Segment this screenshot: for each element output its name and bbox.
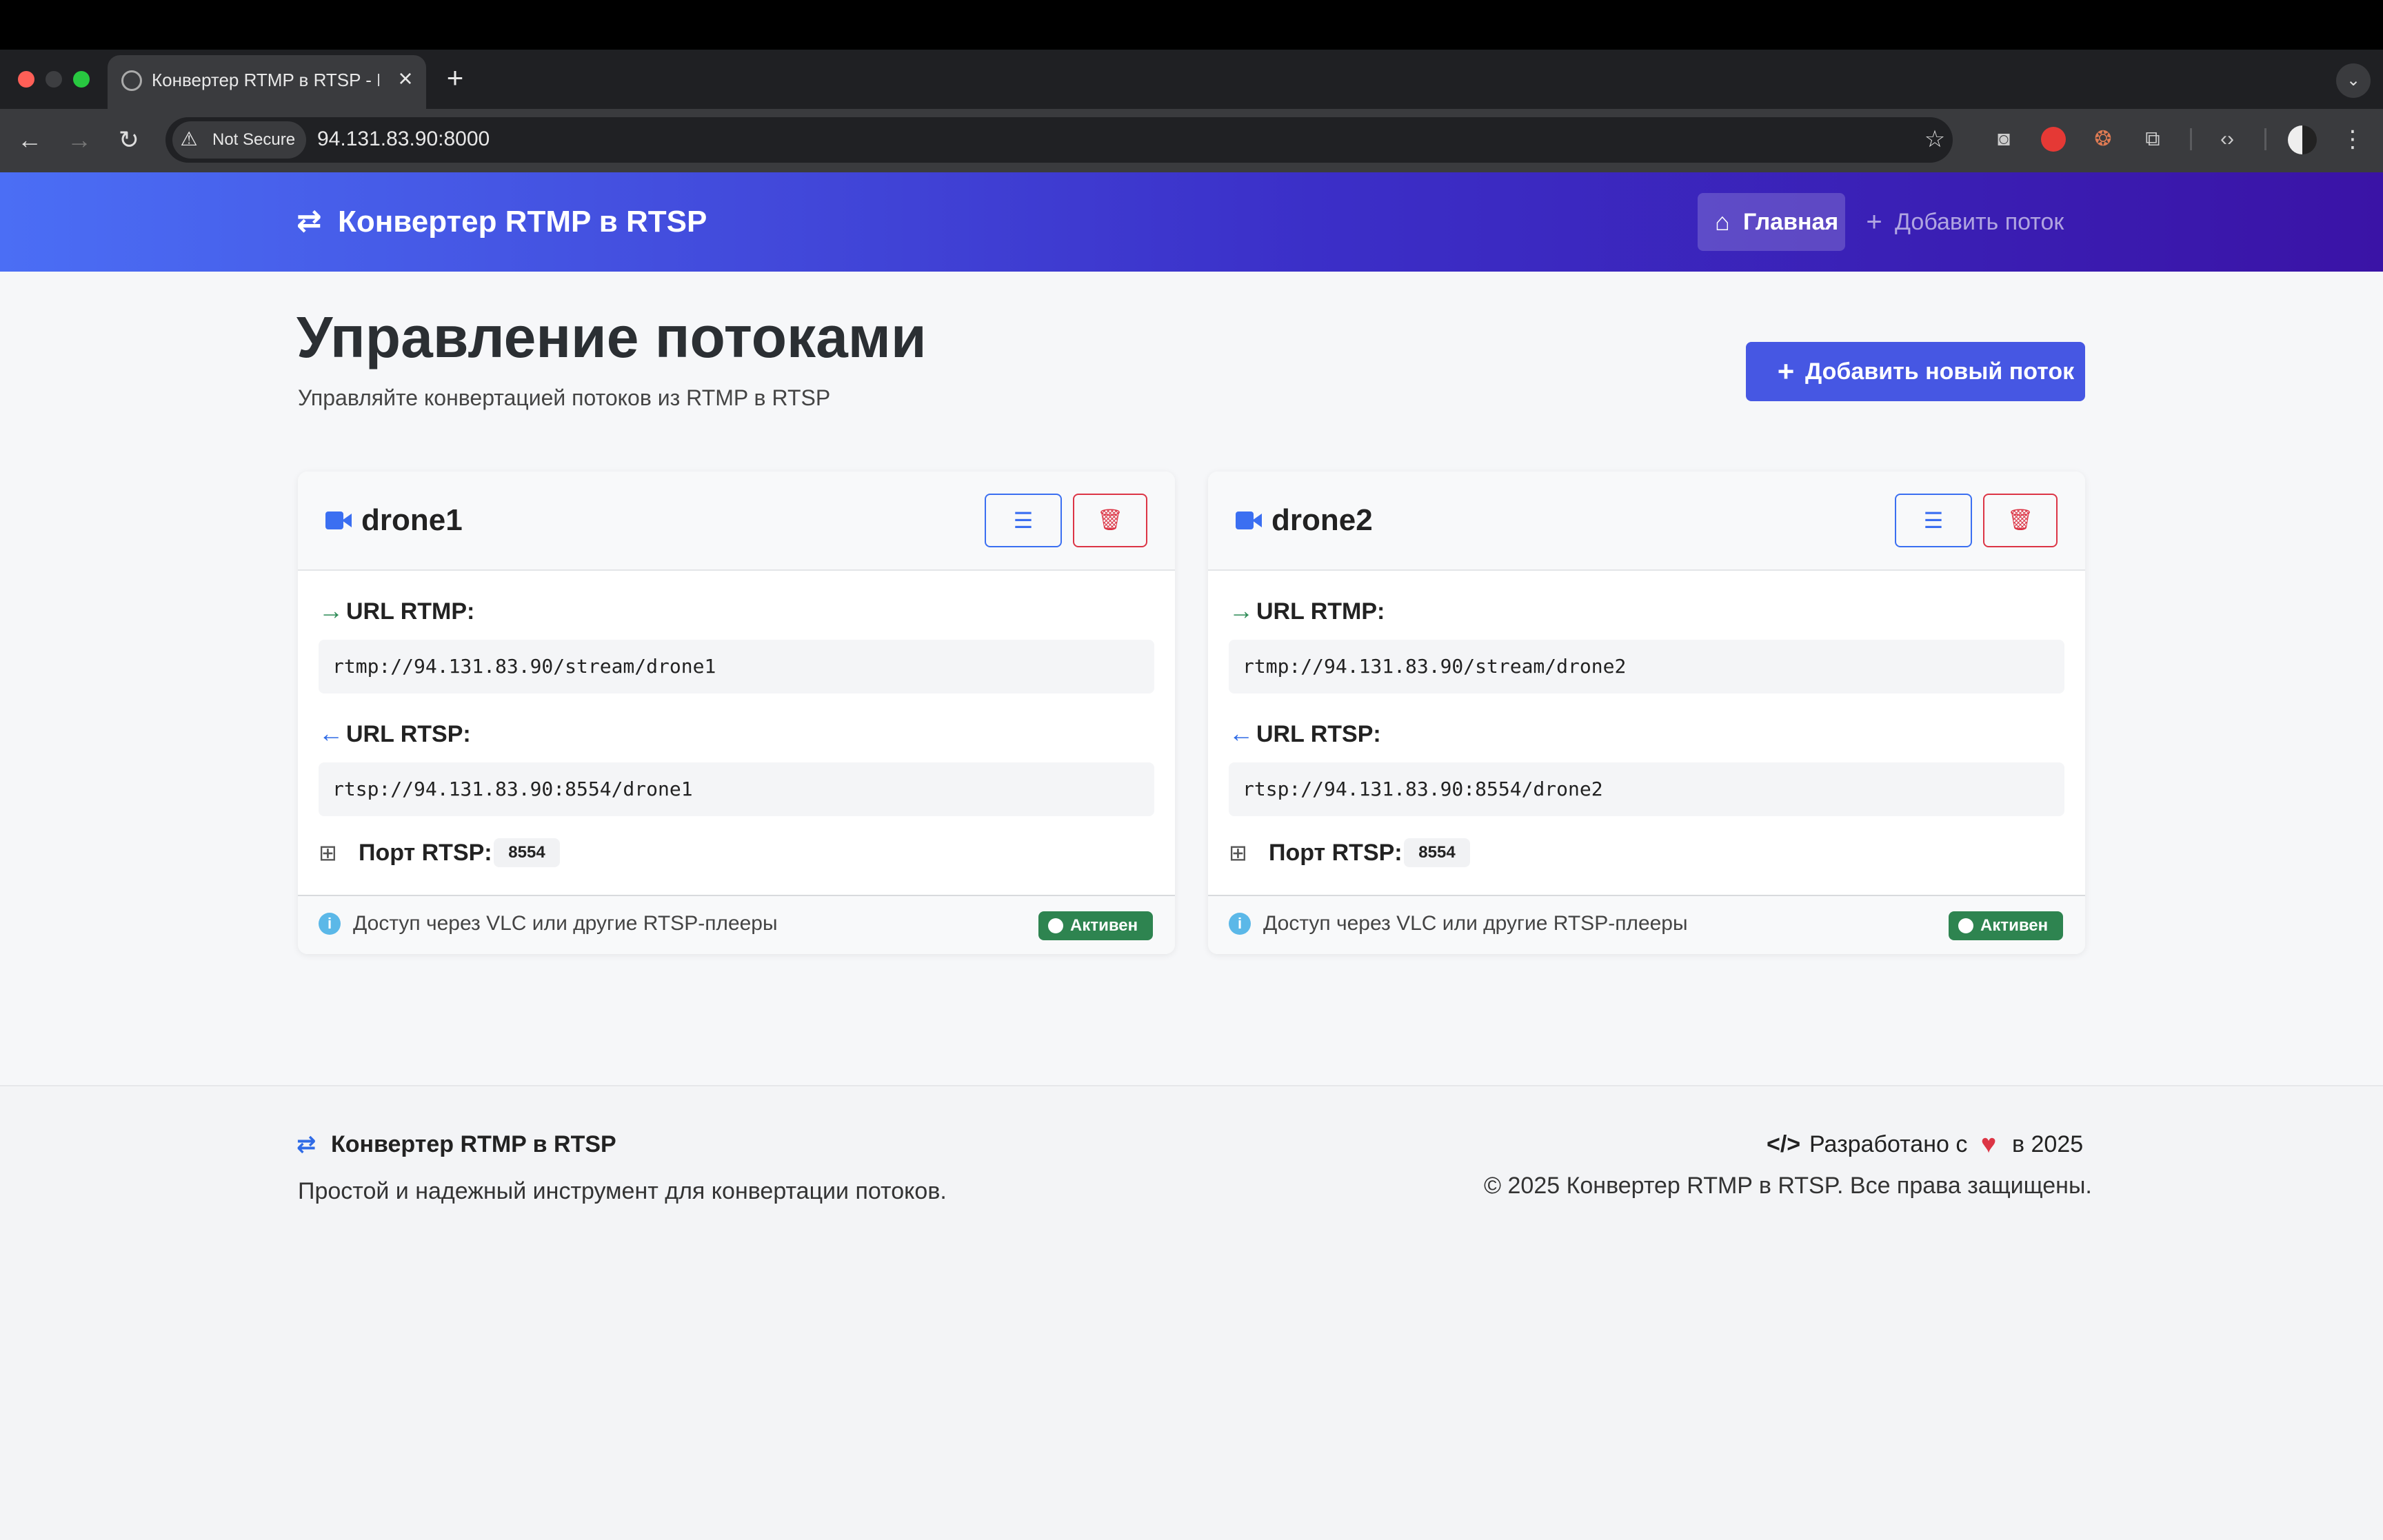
rtsp-port-label: Порт RTSP: [359,840,492,866]
status-badge: Активен [1949,911,2063,940]
toolbar-divider [2264,128,2266,150]
rtsp-url-label-row: ← URL RTSP: [1229,718,1381,749]
reload-icon[interactable]: ↻ [112,123,146,157]
globe-icon [121,70,142,91]
status-text: Активен [1070,916,1138,935]
page-title: Управление потоками [296,305,927,369]
arrow-left-icon: ← [1229,719,1254,747]
heart-icon: ♥ [1980,1130,1997,1159]
window-minimize-button[interactable] [46,71,62,88]
nav-item-label: Главная [1743,209,1839,235]
footer-developed-year: в 2025 [2012,1131,2084,1157]
code-extension-icon[interactable]: ‹› [2212,124,2242,154]
status-dot-icon [1048,918,1063,933]
red-extension-icon[interactable] [2038,124,2069,154]
stream-name: drone1 [361,503,463,537]
rtsp-port-badge: 8554 [494,838,560,867]
access-hint: Доступ через VLC или другие RTSP-плееры [353,912,778,935]
add-new-stream-button[interactable]: + Добавить новый поток [1746,342,2085,401]
info-icon: i [319,913,341,935]
page-subtitle: Управляйте конвертацией потоков из RTMP … [298,385,831,410]
arrow-right-icon: → [1229,596,1254,625]
video-camera-icon [1236,510,1263,531]
arrow-right-icon: → [319,596,343,625]
add-new-stream-label: Добавить новый поток [1805,358,2075,385]
tab-search-chevron-icon[interactable]: ⌄ [2336,63,2371,98]
plus-icon: + [1777,355,1795,387]
footer-copyright: © 2025 Конвертер RTMP в RTSP. Все права … [1484,1173,2092,1199]
footer-brand: Конвертер RTMP в RTSP [331,1131,616,1157]
rtmp-url-label: URL RTMP: [1256,598,1385,625]
rtmp-url-label-row: → URL RTMP: [319,596,474,626]
access-hint: Доступ через VLC или другие RTSP-плееры [1263,912,1688,935]
status-badge: Активен [1038,911,1153,940]
forward-arrow-icon[interactable]: → [62,123,97,157]
status-dot-icon [1958,918,1973,933]
rtsp-url-value[interactable]: rtsp://94.131.83.90:8554/drone1 [319,762,1154,816]
new-tab-icon[interactable]: + [441,62,469,94]
stream-name: drone2 [1271,503,1373,537]
stream-card: drone1 ☰ 🗑 → URL RTMP: rtmp://94.131.83.9… [298,472,1175,954]
toolbar-divider [2190,128,2192,150]
stream-delete-button[interactable]: 🗑 [1983,494,2058,547]
nav-item-home[interactable]: ⌂ Главная [1698,193,1845,251]
rtsp-url-label: URL RTSP: [346,721,471,747]
rtsp-url-label: URL RTSP: [1256,721,1381,747]
bookmark-star-icon[interactable]: ☆ [1920,124,1950,154]
cookie-extension-icon[interactable]: ❂ [2088,124,2118,154]
warning-icon: ⚠ [180,128,198,150]
rtmp-url-value[interactable]: rtmp://94.131.83.90/stream/drone2 [1229,640,2064,693]
footer-developed-text: Разработано с [1809,1131,1968,1157]
stream-details-button[interactable]: ☰ [985,494,1062,547]
video-camera-icon [325,510,353,531]
info-icon: i [1229,913,1251,935]
extensions-puzzle-icon[interactable]: ⧉ [2138,124,2168,154]
nav-item-label: Добавить поток [1895,209,2064,235]
address-bar-url[interactable]: 94.131.83.90:8000 [317,125,490,153]
navbar-brand[interactable]: Конвертер RTMP в RTSP [338,203,707,241]
status-text: Активен [1980,916,2049,935]
profile-avatar[interactable] [2288,125,2317,154]
network-icon: ⊞ [1229,840,1247,865]
nav-item-add-stream[interactable]: + Добавить поток [1862,193,2075,251]
browser-tab-title: Конвертер RTMP в RTSP - Г [152,70,379,90]
rtmp-url-value[interactable]: rtmp://94.131.83.90/stream/drone1 [319,640,1154,693]
back-arrow-icon[interactable]: ← [12,123,47,157]
arrow-left-icon: ← [319,719,343,747]
rtsp-port-label: Порт RTSP: [1269,840,1402,866]
rtmp-url-label-row: → URL RTMP: [1229,596,1385,626]
browser-menu-icon[interactable]: ⋮ [2337,124,2368,154]
stream-delete-button[interactable]: 🗑 [1073,494,1147,547]
footer-description: Простой и надежный инструмент для конвер… [298,1178,947,1204]
network-icon: ⊞ [319,840,337,865]
exchange-arrows-icon: ⇄ [296,1131,316,1157]
rtsp-port-badge: 8554 [1404,838,1470,867]
stream-details-button[interactable]: ☰ [1895,494,1972,547]
rtmp-url-label: URL RTMP: [346,598,475,625]
code-icon: </> [1767,1131,1801,1157]
window-close-button[interactable] [18,71,34,88]
window-zoom-button[interactable] [73,71,90,88]
tab-close-icon[interactable]: × [393,66,418,91]
camera-extension-icon[interactable]: ◙ [1989,124,2019,154]
exchange-arrows-icon: ⇄ [296,204,322,238]
plus-icon: + [1866,207,1882,237]
home-icon: ⌂ [1715,207,1730,236]
rtsp-url-value[interactable]: rtsp://94.131.83.90:8554/drone2 [1229,762,2064,816]
screen-top-bar [0,0,2383,50]
stream-card: drone2 ☰ 🗑 → URL RTMP: rtmp://94.131.83.9… [1208,472,2085,954]
rtsp-url-label-row: ← URL RTSP: [319,718,471,749]
